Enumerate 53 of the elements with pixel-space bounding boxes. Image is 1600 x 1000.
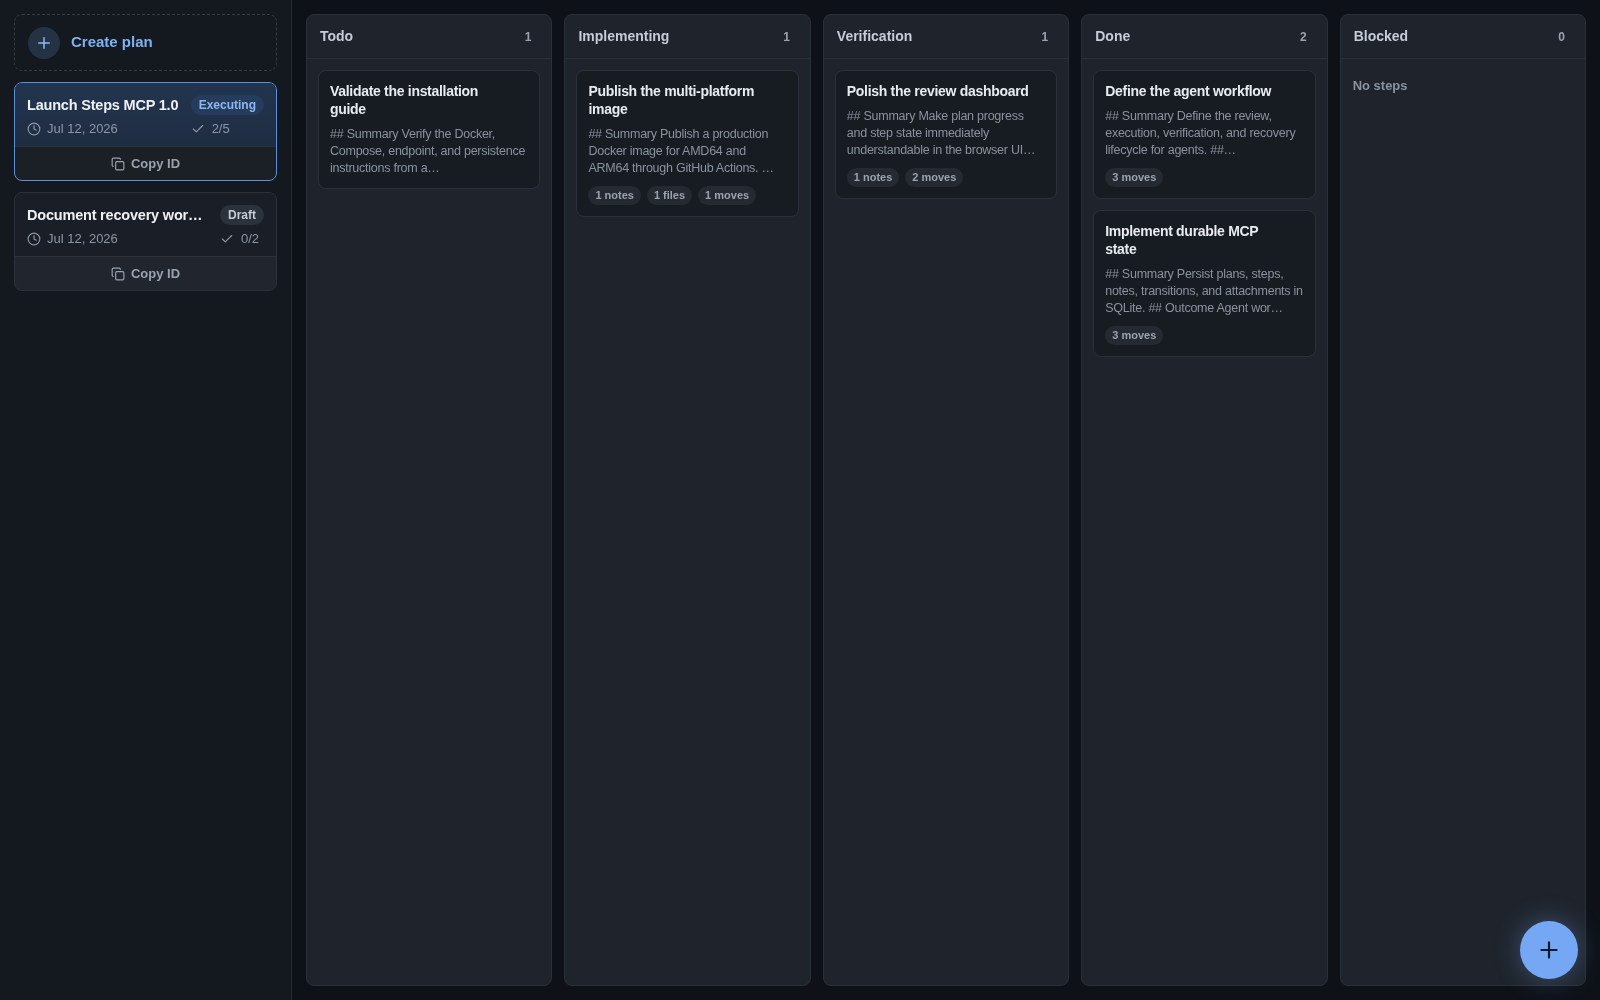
card-summary: ## Summary Define the review, execution, verification, and recovery lifecycle for agents. ##…: [1105, 108, 1297, 159]
clock-icon: [27, 232, 41, 246]
step-card[interactable]: Implement durable MCP state ## Summary Persist plans, steps, notes, transitions, and attachments in SQLite. ## Outcome Agent wor… 3 moves: [1093, 210, 1316, 357]
status-badge: Executing: [190, 95, 264, 115]
card-summary: ## Summary Make plan progress and step state immediately understandable in the browser UI…: [846, 108, 1037, 159]
column-title: Done: [1095, 27, 1131, 46]
card-title: Polish the review dashboard: [846, 82, 1030, 100]
step-card[interactable]: Polish the review dashboard ## Summary Make plan progress and step state immediately understandable in the browser UI… 1 notes 2 moves: [834, 70, 1058, 199]
count-chip: 1 moves: [698, 186, 757, 205]
card-title: Implement durable MCP state: [1105, 222, 1260, 258]
column-count: 0: [1558, 28, 1567, 46]
copy-icon: [110, 156, 125, 171]
create-plan-button[interactable]: Create plan: [14, 14, 277, 71]
column-count: 1: [1041, 28, 1050, 46]
column-title: Implementing: [578, 27, 670, 46]
card-summary: ## Summary Publish a production Docker image for AMD64 and ARM64 through GitHub Actions. …: [588, 126, 775, 177]
check-icon: [190, 122, 205, 136]
copy-id-button[interactable]: Copy ID: [15, 256, 276, 290]
status-badge: Draft: [220, 205, 264, 225]
step-progress: 0/2: [241, 230, 260, 249]
plan-card[interactable]: Launch Steps MCP 1.0 Executing Jul 12, 2026 2/5 Copy ID: [14, 82, 277, 181]
copy-id-button[interactable]: Copy ID: [15, 146, 276, 180]
count-chip: 3 moves: [1105, 326, 1164, 345]
step-card[interactable]: Define the agent workflow ## Summary Define the review, execution, verification, and recovery lifecycle for agents. ##… 3 moves: [1093, 70, 1316, 199]
step-card[interactable]: Publish the multi-platform image ## Summary Publish a production Docker image for AMD64 and ARM64 through GitHub Actions. … 1 notes 1 files 1 moves: [576, 70, 799, 217]
count-chip: 1 notes: [588, 186, 641, 205]
count-chip: 1 files: [646, 186, 693, 205]
column-title: Blocked: [1353, 27, 1409, 46]
plan-title: Document recovery wor…: [27, 206, 204, 225]
count-chip: 2 moves: [905, 168, 964, 187]
count-chip: 3 moves: [1105, 168, 1164, 187]
step-card[interactable]: Validate the installation guide ## Summary Verify the Docker, Compose, endpoint, and persistence instructions from a…: [318, 70, 541, 189]
card-title: Publish the multi-platform image: [588, 82, 756, 118]
plus-icon: [28, 26, 60, 59]
count-chip: 1 notes: [846, 168, 900, 187]
column-count: 1: [783, 28, 791, 46]
check-icon: [220, 232, 234, 246]
column-title: Verification: [836, 27, 913, 46]
plan-date: Jul 12, 2026: [47, 120, 118, 139]
column-count: 1: [524, 28, 533, 46]
card-summary: ## Summary Persist plans, steps, notes, transitions, and attachments in SQLite. ## Outcome Agent wor…: [1105, 266, 1304, 317]
column-count: 2: [1299, 28, 1308, 46]
empty-state-text: No steps: [1352, 78, 1408, 93]
plan-date: Jul 12, 2026: [47, 230, 118, 249]
card-title: Validate the installation guide: [330, 82, 480, 118]
column-title: Todo: [320, 27, 354, 46]
clock-icon: [27, 122, 41, 136]
step-progress: 2/5: [211, 120, 230, 139]
card-title: Define the agent workflow: [1105, 82, 1273, 100]
plan-title: Launch Steps MCP 1.0: [27, 96, 179, 115]
copy-icon: [110, 266, 125, 281]
card-summary: ## Summary Verify the Docker, Compose, endpoint, and persistence instructions from a…: [330, 126, 527, 177]
plan-card[interactable]: Document recovery wor… Draft Jul 12, 2026 0/2 Copy ID: [14, 192, 277, 291]
